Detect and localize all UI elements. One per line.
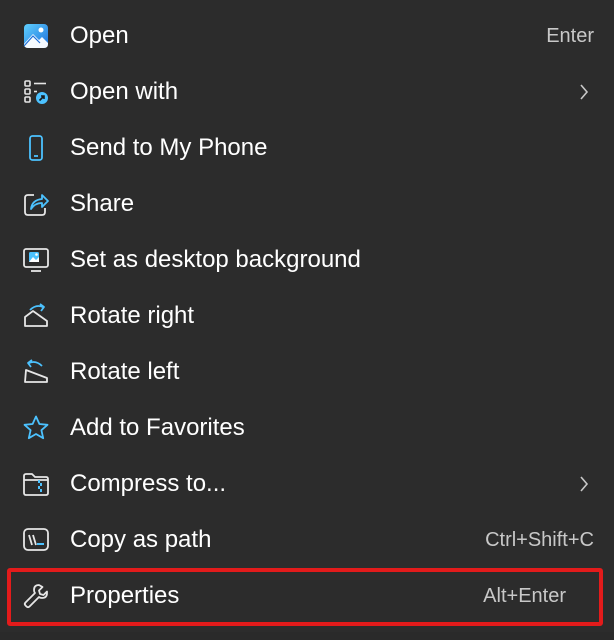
menu-item-rotate-right[interactable]: Rotate right	[0, 288, 614, 344]
chevron-right-icon	[578, 474, 590, 494]
menu-item-rotate-left[interactable]: Rotate left	[0, 344, 614, 400]
menu-item-label: Send to My Phone	[70, 134, 268, 161]
photo-app-icon	[22, 22, 50, 50]
menu-item-share[interactable]: Share	[0, 176, 614, 232]
menu-item-compress-to[interactable]: Compress to...	[0, 456, 614, 512]
rotate-left-icon	[22, 358, 50, 386]
phone-icon	[22, 134, 50, 162]
menu-item-send-to-my-phone[interactable]: Send to My Phone	[0, 120, 614, 176]
menu-item-label: Open	[70, 22, 129, 49]
menu-item-add-to-favorites[interactable]: Add to Favorites	[0, 400, 614, 456]
menu-bottom-edge	[0, 632, 614, 640]
menu-item-label: Rotate left	[70, 358, 180, 385]
zip-folder-icon	[22, 470, 50, 498]
menu-item-set-as-desktop-background[interactable]: Set as desktop background	[0, 232, 614, 288]
menu-item-label: Set as desktop background	[70, 246, 361, 273]
context-menu: Open Enter Open with Send to My Phone Sh…	[0, 0, 614, 640]
menu-item-open-with[interactable]: Open with	[0, 64, 614, 120]
open-with-icon	[22, 78, 50, 106]
copy-path-icon	[22, 526, 50, 554]
menu-item-shortcut: Enter	[546, 25, 594, 47]
rotate-right-icon	[22, 302, 50, 330]
menu-item-properties[interactable]: Properties Alt+Enter	[0, 568, 614, 624]
desktop-background-icon	[22, 246, 50, 274]
star-icon	[22, 414, 50, 442]
menu-item-label: Add to Favorites	[70, 414, 245, 441]
menu-item-open[interactable]: Open Enter	[0, 8, 614, 64]
menu-item-shortcut: Ctrl+Shift+C	[485, 529, 594, 551]
menu-item-label: Properties	[70, 582, 180, 609]
chevron-right-icon	[578, 82, 590, 102]
menu-item-label: Share	[70, 190, 135, 217]
menu-item-copy-as-path[interactable]: Copy as path Ctrl+Shift+C	[0, 512, 614, 568]
menu-item-label: Compress to...	[70, 470, 227, 497]
menu-item-shortcut: Alt+Enter	[483, 585, 566, 607]
share-icon	[22, 190, 50, 218]
menu-item-label: Rotate right	[70, 302, 195, 329]
menu-item-label: Copy as path	[70, 526, 212, 553]
menu-item-label: Open with	[70, 78, 179, 105]
wrench-icon	[22, 582, 50, 610]
